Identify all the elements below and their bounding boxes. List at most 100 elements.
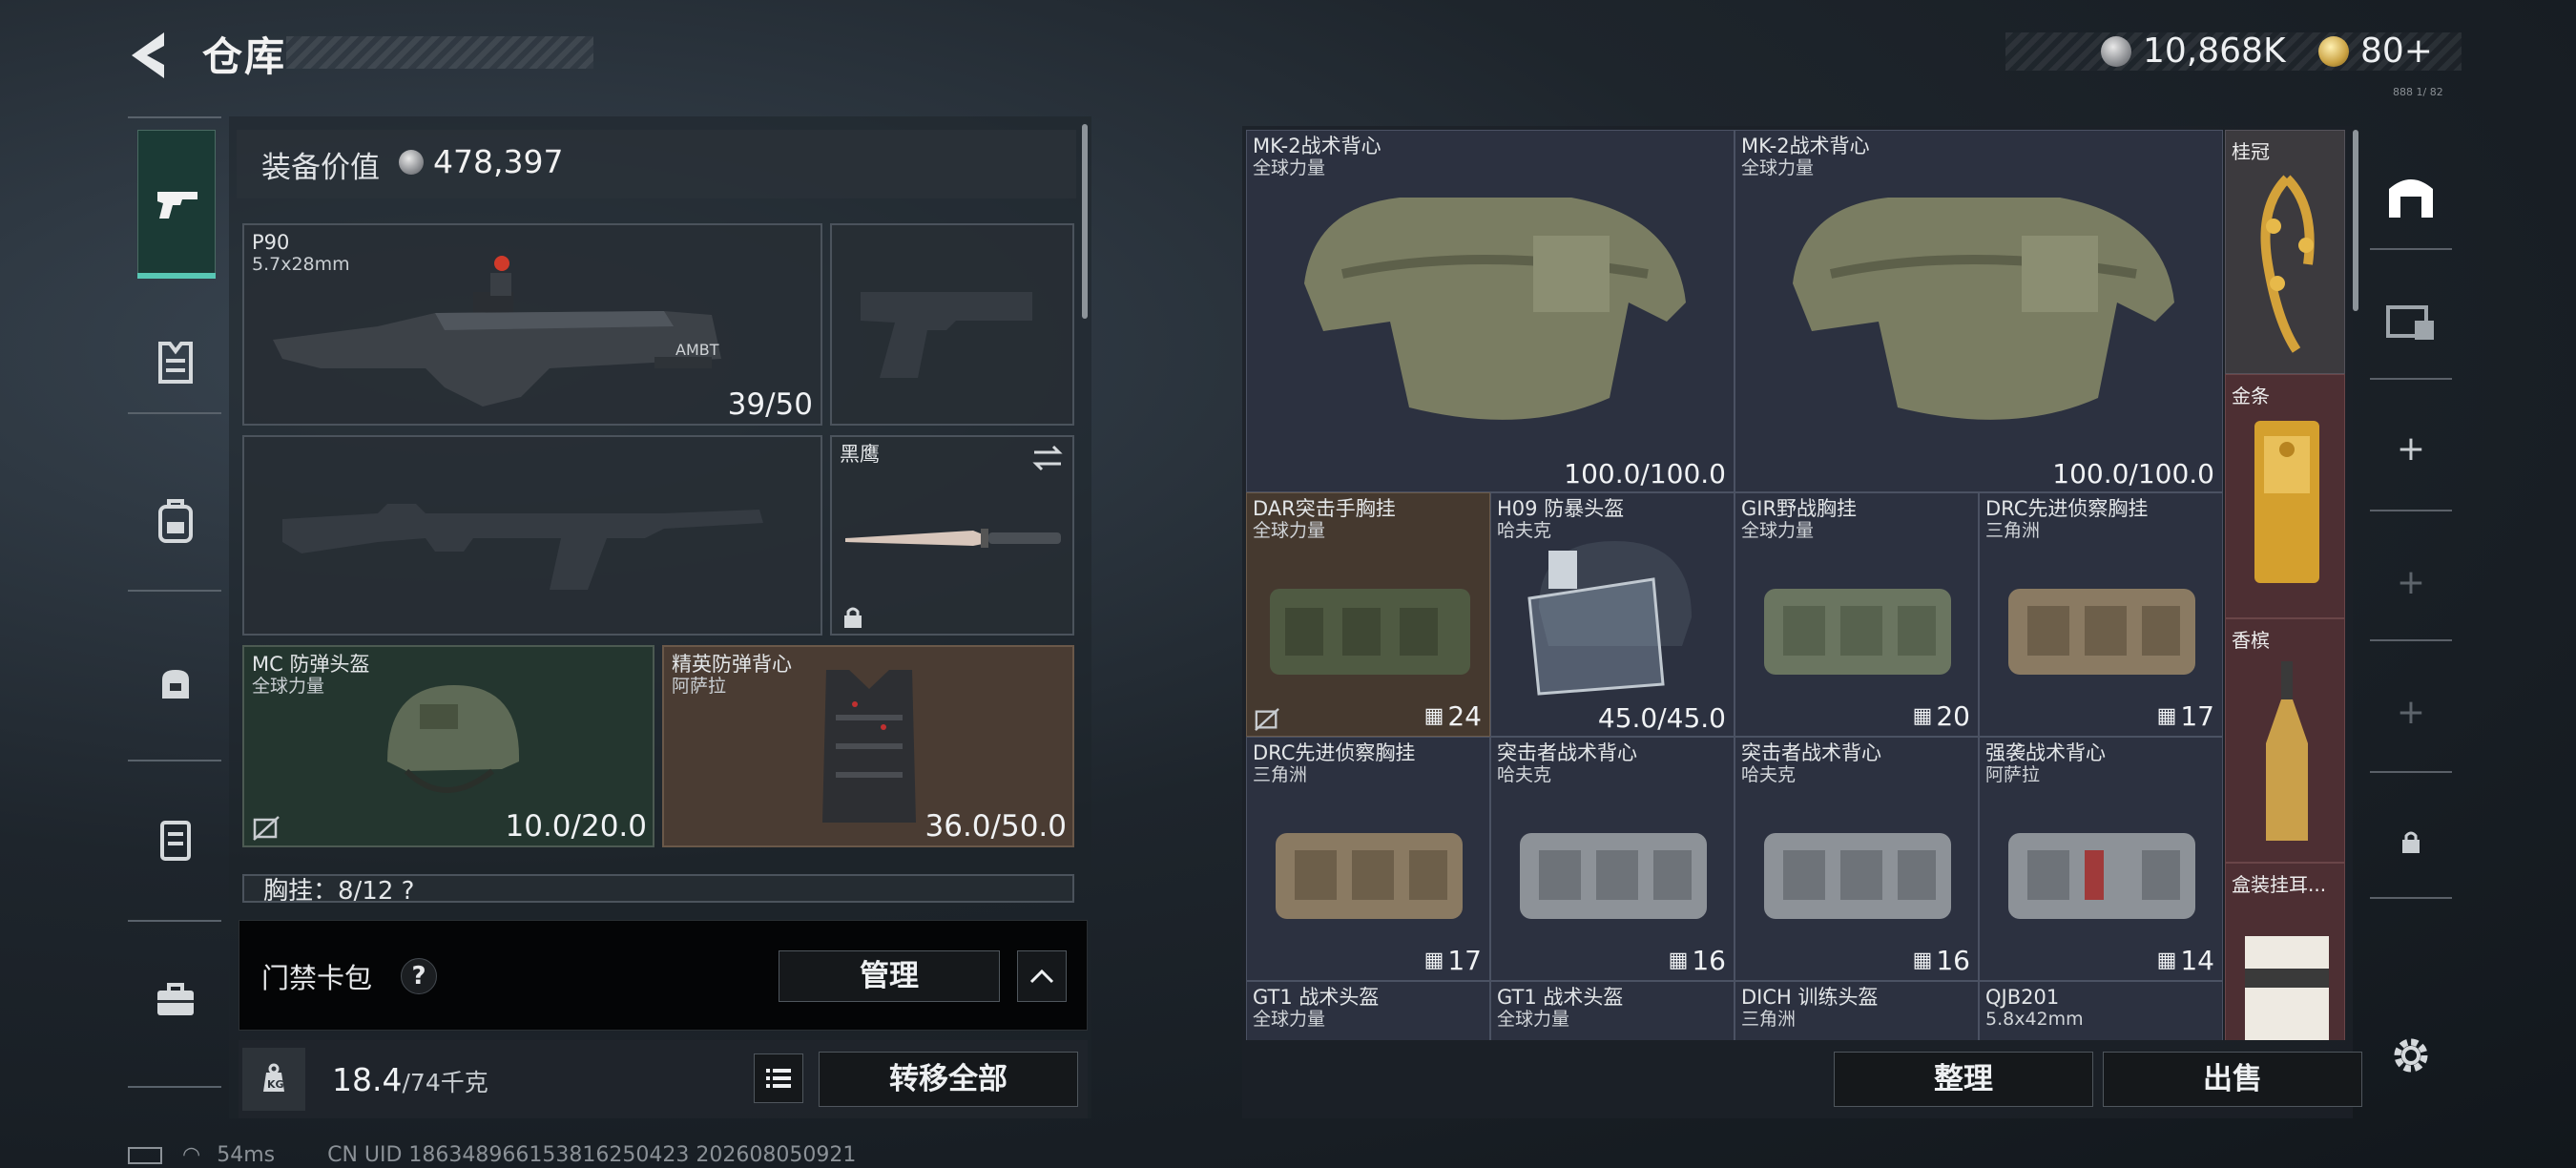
gold-currency-value[interactable]: 80+: [2360, 31, 2433, 71]
melee-name: 黑鹰: [840, 443, 880, 466]
rail-add-button[interactable]: +: [2370, 544, 2452, 620]
tab-pouch[interactable]: [137, 645, 214, 721]
chest-rig-header[interactable]: 胸挂：8/12 ?: [242, 874, 1074, 903]
vest-icon: [158, 342, 193, 384]
item-name: 突击者战术背心: [1741, 741, 1881, 764]
case-icon: [160, 821, 191, 861]
item-capacity: ▦ 16: [1669, 945, 1726, 976]
back-arrow-icon: [132, 32, 164, 78]
melee-slot[interactable]: 黑鹰: [830, 435, 1074, 636]
valuable-item[interactable]: 桂冠: [2225, 130, 2345, 374]
pouch-icon: [162, 670, 189, 699]
storage-item[interactable]: DRC先进侦察胸挂 三角洲 ▦ 17: [1246, 737, 1490, 981]
storage-item[interactable]: 突击者战术背心 哈夫克 ▦ 16: [1490, 737, 1735, 981]
pistol-placeholder-icon: [861, 292, 1032, 378]
helmet-slot[interactable]: MC 防弹头盔 全球力量 10.0/20.0: [242, 645, 654, 847]
capacity-value: 20: [1936, 700, 1970, 732]
storage-item[interactable]: DAR突击手胸挂 全球力量 ▦ 24: [1246, 492, 1490, 737]
sidearm-slot-empty[interactable]: [830, 223, 1074, 426]
helmet-durability: 10.0/20.0: [505, 809, 648, 844]
ping-value: 54ms: [217, 1143, 276, 1167]
item-name: 强袭战术背心: [1985, 741, 2106, 764]
storage-item[interactable]: DRC先进侦察胸挂 三角洲 ▦ 17: [1979, 492, 2223, 737]
sort-button[interactable]: 整理: [1834, 1052, 2093, 1107]
tab-backpack[interactable]: [137, 483, 214, 559]
storage-item[interactable]: QJB201 5.8x42mm: [1979, 981, 2223, 1040]
collapse-button[interactable]: [1017, 950, 1067, 1002]
capacity-value: 14: [2180, 945, 2214, 976]
tab-divider: [128, 116, 221, 118]
valuable-item[interactable]: 香槟: [2225, 618, 2345, 863]
equipment-value-label: 装备价值: [261, 151, 380, 185]
armor-slot[interactable]: 精英防弹背心 阿萨拉 36.0/50.0: [662, 645, 1074, 847]
secondary-weapon-slot-empty[interactable]: [242, 435, 822, 636]
manage-button[interactable]: 管理: [779, 950, 1000, 1002]
rail-add-button[interactable]: +: [2370, 410, 2452, 487]
primary-weapon-slot[interactable]: P90 5.7x28mm AMBT 39/50: [242, 223, 822, 426]
capacity-value: 24: [1447, 700, 1482, 732]
helmet-faction: 全球力量: [252, 676, 325, 697]
rail-divider: [2370, 897, 2452, 899]
tab-briefcase[interactable]: [137, 962, 214, 1038]
storage-item[interactable]: GIR野战胸挂 全球力量 ▦ 20: [1735, 492, 1979, 737]
chest-rig-image: [1764, 589, 1951, 675]
valuable-item[interactable]: 盒装挂耳...: [2225, 863, 2345, 1040]
capacity-icon: ▦: [1668, 949, 1689, 972]
gold-coin-icon: [2318, 36, 2349, 67]
tab-divider: [128, 590, 221, 592]
list-view-button[interactable]: [754, 1053, 803, 1103]
item-name: DICH 训练头盔: [1741, 986, 1879, 1009]
loadout-scrollbar[interactable]: [1082, 124, 1088, 319]
chest-rig-image: [1276, 833, 1463, 919]
storage-item[interactable]: MK-2战术背心 全球力量 100.0/100.0: [1246, 130, 1735, 492]
storage-item[interactable]: DICH 训练头盔 三角洲: [1735, 981, 1979, 1040]
storage-item[interactable]: 强袭战术背心 阿萨拉 ▦ 14: [1979, 737, 2223, 981]
item-name: DRC先进侦察胸挂: [1253, 741, 1416, 764]
transfer-all-button[interactable]: 转移全部: [819, 1052, 1078, 1107]
item-name: 金条: [2232, 385, 2270, 407]
item-faction: 全球力量: [1497, 1009, 1570, 1030]
valuable-item[interactable]: 金条: [2225, 374, 2345, 618]
coffee-box-image: [2245, 936, 2329, 1040]
champagne-bottle-image: [2266, 661, 2308, 841]
settings-button[interactable]: [2370, 1017, 2452, 1094]
gold-bar-image: [2254, 421, 2319, 583]
swap-icon[interactable]: [1030, 445, 1065, 471]
svg-text:AMBT: AMBT: [675, 341, 719, 359]
back-button[interactable]: [126, 27, 174, 84]
storage-item[interactable]: MK-2战术背心 全球力量 100.0/100.0: [1735, 130, 2223, 492]
item-capacity: ▦ 20: [1913, 700, 1970, 732]
storage-item[interactable]: GT1 战术头盔 全球力量: [1490, 981, 1735, 1040]
tab-weapon[interactable]: [137, 130, 216, 279]
storage-item[interactable]: H09 防暴头盔 哈夫克 45.0/45.0: [1490, 492, 1735, 737]
capacity-icon: ▦: [1912, 704, 1933, 728]
item-faction: 全球力量: [1741, 520, 1815, 541]
valuables-column: 桂冠 金条 香槟 盒装挂耳...: [2225, 130, 2345, 1040]
rail-add-button[interactable]: +: [2370, 674, 2452, 750]
silver-coin-icon: [399, 150, 424, 175]
tab-container[interactable]: [137, 802, 214, 878]
sell-button[interactable]: 出售: [2103, 1052, 2362, 1107]
capacity-value: 16: [1692, 945, 1726, 976]
storage-scrollbar[interactable]: [2353, 130, 2358, 311]
chest-rig-image: [1270, 589, 1470, 675]
capacity-value: 17: [1447, 945, 1482, 976]
item-faction: 全球力量: [1253, 1009, 1326, 1030]
rail-home-tab[interactable]: [2370, 156, 2452, 233]
chest-rig-label: 胸挂：8/12 ?: [263, 877, 415, 903]
riot-helmet-image: [1527, 541, 1692, 696]
tab-armor[interactable]: [137, 324, 214, 401]
rail-equip-tab[interactable]: [2370, 282, 2452, 359]
silver-currency-value: 10,868K: [2143, 31, 2286, 71]
item-name: 桂冠: [2232, 140, 2270, 163]
no-insure-icon: [253, 816, 280, 841]
rifle-placeholder-icon: [282, 504, 763, 590]
help-icon[interactable]: ?: [401, 958, 437, 994]
active-tab-indicator: [137, 273, 216, 279]
rail-locked-slot[interactable]: [2370, 803, 2452, 880]
weight-value: 18.4/74千克: [332, 1061, 488, 1098]
armor-faction: 阿萨拉: [672, 676, 727, 697]
storage-item[interactable]: 突击者战术背心 哈夫克 ▦ 16: [1735, 737, 1979, 981]
item-name: 盒装挂耳...: [2232, 873, 2327, 896]
storage-item[interactable]: GT1 战术头盔 全球力量: [1246, 981, 1490, 1040]
